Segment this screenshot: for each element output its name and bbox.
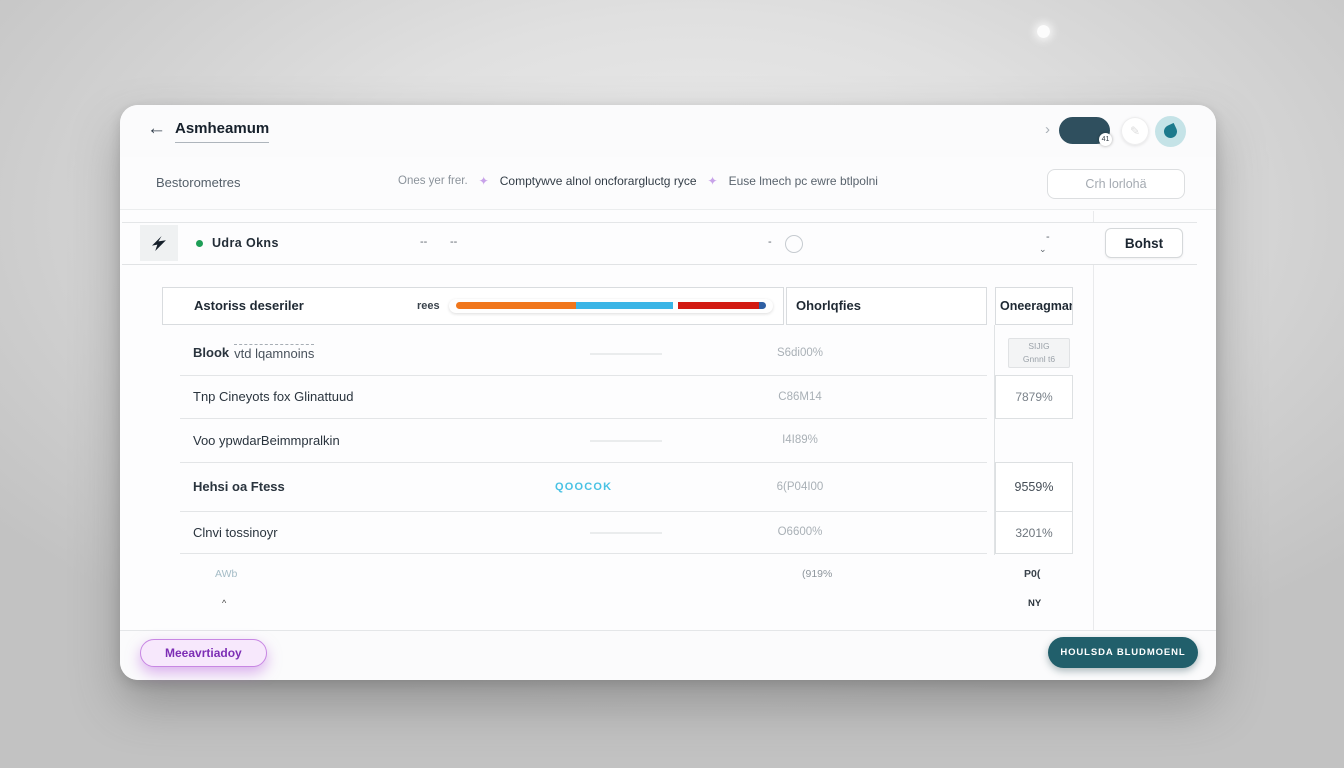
- summary-row: AWb (919% P0(: [162, 568, 1073, 588]
- row-name: Tnp Cineyots fox Glinattuud: [193, 389, 354, 404]
- background-glint: [1037, 25, 1050, 38]
- sparkle-icon[interactable]: ✦: [708, 174, 718, 188]
- summary-row: ^ NY: [162, 598, 1073, 618]
- summary-left: ^: [222, 598, 227, 608]
- column-header-label: Oneeragman: [1000, 299, 1073, 313]
- summary-mid: (919%: [802, 568, 833, 580]
- dash-value: -: [768, 236, 772, 248]
- caret-down-icon[interactable]: ⌄: [1039, 244, 1047, 255]
- summary-right: NY: [1028, 598, 1042, 609]
- primary-circle-button[interactable]: [1155, 116, 1186, 147]
- row-value: O6600%: [777, 526, 823, 538]
- dark-toggle-switch[interactable]: 41: [1059, 117, 1112, 146]
- radio-circle[interactable]: [785, 235, 803, 253]
- meta-row: Ones yer frer. ✦ Comptywve alnol oncfora…: [398, 174, 878, 188]
- column-header-label: Ohorlqfies: [796, 298, 862, 313]
- column-header-label: Astoriss deseriler: [194, 298, 304, 313]
- dash-value: --: [450, 236, 458, 248]
- table-row[interactable]: Blook vtd lqamnoins S6di00%: [180, 330, 987, 376]
- row-value: 6(P04I00: [776, 480, 824, 493]
- window-header: ← Asmheamum › 41 ✎: [120, 105, 1216, 158]
- table-header-oneeragman[interactable]: Oneeragman: [995, 287, 1073, 325]
- row-name-bold: Blook: [193, 345, 230, 360]
- toggle-count-badge: 41: [1099, 133, 1112, 146]
- app-window: ← Asmheamum › 41 ✎ Bestorometres Ones ye…: [120, 105, 1216, 680]
- meta-text-3: Euse lmech pc ewre btlpolni: [728, 174, 878, 188]
- toolbar-label: Udra Okns: [212, 236, 279, 250]
- lightning-icon: [151, 235, 166, 251]
- dash-value: --: [420, 236, 428, 248]
- row-name: Clnvi tossinoyr: [193, 524, 278, 540]
- bar-segment: [678, 302, 760, 309]
- chevron-right-icon[interactable]: ›: [1045, 121, 1050, 138]
- progress-bar: [456, 302, 766, 309]
- sparkle-icon[interactable]: ✦: [479, 174, 489, 188]
- row-value: S6di00%: [776, 346, 824, 359]
- row-right-cell: 7879%: [995, 375, 1073, 419]
- meta-text-1: Ones yer frer.: [398, 175, 468, 187]
- row-right-cell: 3201%: [995, 511, 1073, 554]
- badge-line-1: SIJIG: [1028, 341, 1050, 351]
- subheader-label: Bestorometres: [156, 175, 241, 190]
- row-link[interactable]: QOOCOK: [555, 462, 612, 511]
- row-name: Blook vtd lqamnoins: [193, 330, 315, 375]
- table-row[interactable]: Voo ypwdarBeimmpralkin I4I89%: [180, 418, 987, 463]
- placeholder-line: [590, 532, 662, 534]
- outline-action-button[interactable]: Crh lorlohä: [1047, 169, 1185, 199]
- table-header-oholdqfies[interactable]: Ohorlqfies: [786, 287, 987, 325]
- pencil-icon: ✎: [1129, 124, 1141, 138]
- row-right-cell: 9559%: [995, 462, 1073, 512]
- panel-divider: [1093, 211, 1094, 677]
- bar-segment: [759, 302, 766, 309]
- badge-line-2: Gnnnl t6: [1022, 353, 1056, 364]
- bar-segment: [456, 302, 576, 309]
- row-name: Hehsi oa Ftess: [193, 479, 285, 494]
- row-name: Voo ypwdarBeimmpralkin: [193, 432, 340, 448]
- toolbar: Udra Okns -- -- - - ⌄ Bohst: [122, 222, 1197, 265]
- methodology-button[interactable]: Meeavrtiadoy: [140, 639, 267, 667]
- distribution-bar-wrap: [449, 299, 773, 313]
- secondary-circle-button[interactable]: ✎: [1121, 117, 1149, 145]
- row-value: I4I89%: [782, 434, 818, 446]
- placeholder-line: [590, 352, 662, 355]
- summary-right: P0(: [1024, 568, 1041, 580]
- primary-action-button[interactable]: HOULSDA BLUDMOENL: [1048, 637, 1198, 668]
- table-header-name[interactable]: Astoriss deseriler rees: [162, 287, 784, 325]
- table-row[interactable]: Clnvi tossinoyr O6600%: [180, 511, 987, 554]
- subheader: Bestorometres Ones yer frer. ✦ Comptywve…: [120, 157, 1216, 210]
- dash-value: -: [1046, 231, 1050, 243]
- summary-left: AWb: [215, 568, 238, 580]
- stamp-button[interactable]: [140, 225, 178, 261]
- droplet-icon: [1161, 122, 1180, 141]
- meta-text-2: Comptywve alnol oncforargluctg ryce: [499, 174, 697, 188]
- row-name-rest: vtd lqamnoins: [234, 344, 315, 361]
- table-row[interactable]: Tnp Cineyots fox Glinattuud C86M14: [180, 375, 987, 419]
- back-arrow-icon[interactable]: ←: [147, 118, 166, 140]
- table-row[interactable]: Hehsi oa Ftess QOOCOK 6(P04I00: [180, 462, 987, 512]
- data-table: Astoriss deseriler rees Ohorlqfies Oneer…: [162, 287, 1073, 619]
- status-badge: SIJIG Gnnnl t6: [1008, 338, 1070, 368]
- row-value: C86M14: [778, 390, 822, 403]
- page-title: Asmheamum: [175, 120, 270, 143]
- placeholder-line: [590, 440, 662, 442]
- bar-segment: [575, 302, 674, 309]
- bar-label: rees: [417, 300, 440, 312]
- desktop-background: ← Asmheamum › 41 ✎ Bestorometres Ones ye…: [0, 0, 1344, 768]
- status-dot: [196, 240, 203, 247]
- footer-bar: Meeavrtiadoy HOULSDA BLUDMOENL: [120, 630, 1216, 680]
- boost-button[interactable]: Bohst: [1105, 228, 1183, 258]
